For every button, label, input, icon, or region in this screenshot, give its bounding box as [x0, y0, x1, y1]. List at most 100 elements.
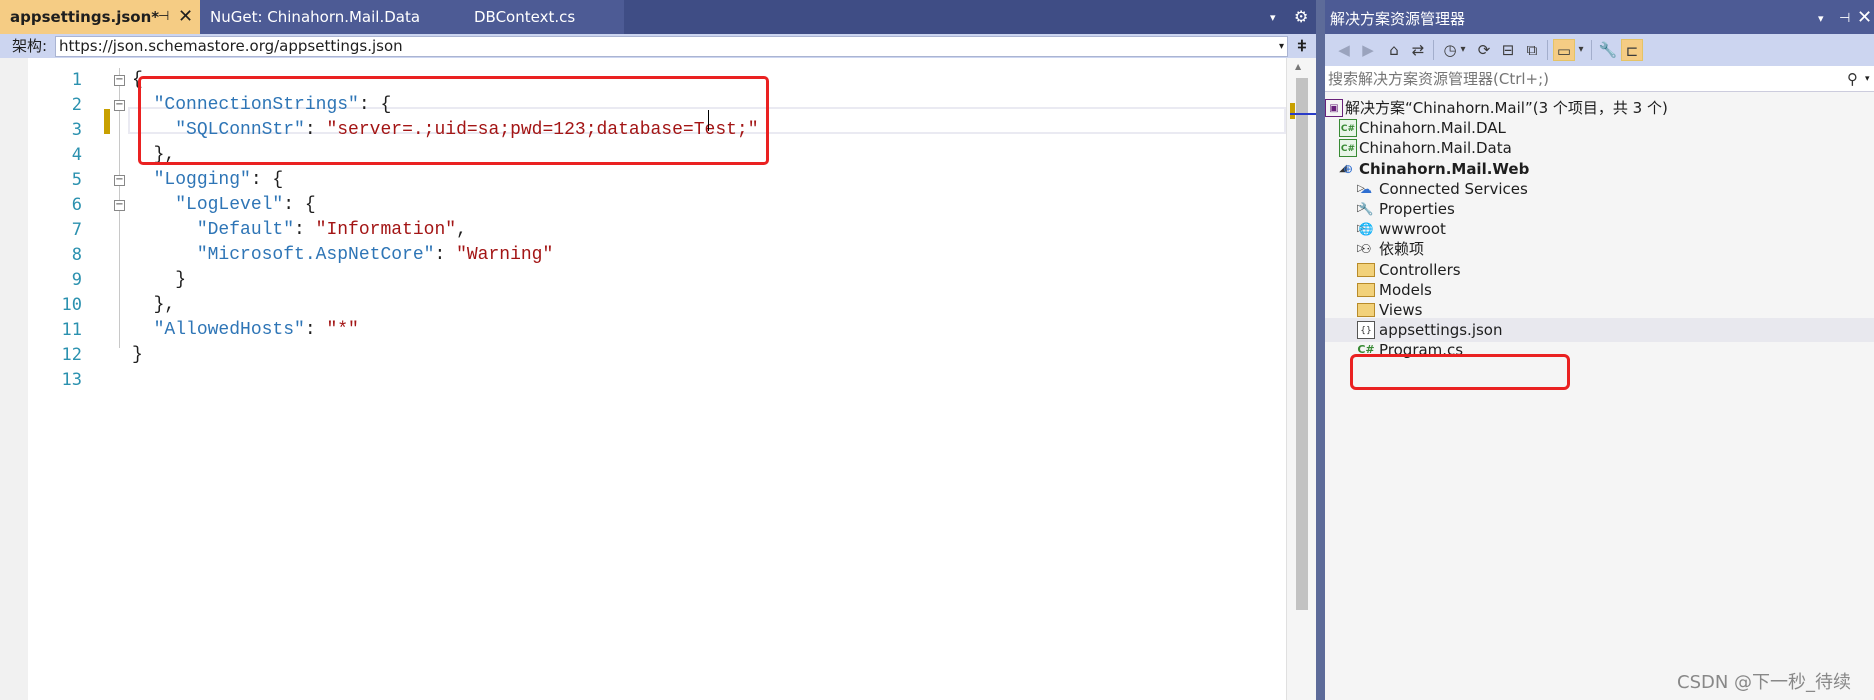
line-number: 9: [71, 270, 82, 290]
json-string-value: "*": [326, 320, 359, 340]
json-punctuation: },: [132, 295, 176, 315]
collapse-region-icon[interactable]: −: [114, 175, 125, 186]
json-key: "AllowedHosts": [153, 320, 305, 340]
tab-appsettings-json[interactable]: appsettings.json* ⊣ ✕: [0, 0, 200, 34]
forward-icon[interactable]: ▶: [1357, 39, 1379, 61]
line-number: 11: [61, 320, 82, 340]
preview-selected-items-icon[interactable]: ▭: [1553, 39, 1575, 61]
scroll-up-arrow-icon[interactable]: ▲: [1295, 62, 1301, 71]
annotation-highlight-box: [1350, 354, 1570, 390]
collapse-region-icon[interactable]: −: [114, 100, 125, 111]
code-editor-pane: appsettings.json* ⊣ ✕ NuGet: Chinahorn.M…: [0, 0, 1317, 700]
code-line: }: [132, 343, 143, 368]
json-punctuation: [132, 320, 154, 340]
json-file-icon: {}: [1357, 321, 1375, 339]
json-punctuation: ,: [456, 220, 467, 240]
code-line: "Microsoft.AspNetCore": "Warning": [132, 243, 553, 268]
tab-label: appsettings.json*: [10, 8, 160, 26]
search-input[interactable]: [1325, 66, 1840, 91]
collapse-all-icon[interactable]: ⊟: [1497, 39, 1519, 61]
unsaved-change-marker: [104, 109, 110, 134]
collapse-region-icon[interactable]: −: [114, 200, 125, 211]
collapse-region-icon[interactable]: −: [114, 75, 125, 86]
chevron-down-icon[interactable]: ▾: [1575, 39, 1587, 61]
line-number: 5: [71, 170, 82, 190]
tab-overflow-dropdown-icon[interactable]: ▾: [1270, 0, 1276, 36]
dependencies-icon: ⚇: [1360, 242, 1372, 256]
tab-label: DBContext.cs: [474, 8, 576, 26]
gear-icon[interactable]: ⚙: [1294, 0, 1308, 34]
json-punctuation: :: [294, 220, 316, 240]
switch-views-icon[interactable]: ⇄: [1407, 39, 1429, 61]
indicator-margin: [0, 58, 28, 700]
folder-icon: [1357, 263, 1375, 277]
close-icon[interactable]: ✕: [178, 0, 193, 34]
solution-icon: ▣: [1325, 99, 1343, 117]
search-icon[interactable]: ⚲: [1847, 66, 1858, 92]
solution-explorer-pane: 解决方案资源管理器 ▾ ⊣ ✕ ◀ ▶ ⌂ ⇄ ◷ ▾ ⟳ ⊟ ⧉ ▭ ▾ 🔧 …: [1325, 0, 1874, 700]
scrollbar-thumb[interactable]: [1296, 78, 1308, 610]
schema-label: 架构:: [12, 37, 48, 55]
toolbar-separator: [1591, 40, 1592, 60]
schema-url: https://json.schemastore.org/appsettings…: [59, 37, 403, 55]
close-icon[interactable]: ✕: [1857, 0, 1872, 36]
line-number: 8: [71, 245, 82, 265]
globe-icon: 🌐: [1358, 222, 1374, 236]
home-icon[interactable]: ⌂: [1383, 39, 1405, 61]
solution-explorer-title-bar: 解决方案资源管理器 ▾ ⊣ ✕: [1325, 0, 1874, 34]
code-text-area[interactable]: 1 2 3 4 5 6 7 8 9 10 11 12 13 − − − − { "ConnectionStri…: [0, 58, 1317, 700]
connected-services-icon: ☁: [1360, 182, 1372, 196]
json-punctuation: [132, 195, 175, 215]
tab-nuget-chinahorn-mail-data[interactable]: NuGet: Chinahorn.Mail.Data: [200, 0, 464, 34]
csharp-project-icon: C#: [1339, 119, 1357, 137]
solution-explorer-search: ⚲ ▾: [1325, 66, 1874, 92]
vertical-scrollbar[interactable]: ▲: [1286, 58, 1317, 700]
chevron-down-icon[interactable]: ▾: [1457, 39, 1469, 61]
code-line: "LogLevel": {: [132, 193, 315, 218]
json-string-value: "Information": [315, 220, 457, 240]
json-punctuation: [132, 170, 154, 190]
line-number: 2: [71, 95, 82, 115]
line-number: 4: [71, 145, 82, 165]
pending-edits-icon[interactable]: ⊏: [1621, 39, 1643, 61]
line-number: 13: [61, 370, 82, 390]
properties-wrench-icon[interactable]: 🔧: [1597, 39, 1619, 61]
solution-tree: ▣解决方案“Chinahorn.Mail”(3 个项目，共 3 个)▷C#Chi…: [1325, 96, 1874, 700]
panel-title: 解决方案资源管理器: [1330, 10, 1466, 28]
schema-url-select[interactable]: https://json.schemastore.org/appsettings…: [55, 36, 1288, 57]
code-line: "AllowedHosts": "*": [132, 318, 359, 343]
json-key: "LogLevel": [175, 195, 284, 215]
json-punctuation: : {: [250, 170, 284, 190]
watermark: CSDN @下一秒_待续: [1677, 672, 1852, 693]
pane-splitter[interactable]: [1316, 0, 1325, 700]
tab-dbcontext-cs[interactable]: DBContext.cs: [464, 0, 624, 34]
json-punctuation: [132, 220, 197, 240]
back-icon[interactable]: ◀: [1333, 39, 1355, 61]
scrollbar-caret-mark: [1290, 113, 1317, 115]
line-number: 10: [61, 295, 82, 315]
folder-icon: [1357, 283, 1375, 297]
json-punctuation: }: [132, 345, 143, 365]
code-line: }: [132, 268, 186, 293]
split-editor-icon[interactable]: ⧧: [1288, 34, 1316, 58]
tab-label: NuGet: Chinahorn.Mail.Data: [210, 8, 421, 26]
window-position-dropdown-icon[interactable]: ▾: [1818, 0, 1824, 38]
line-number: 3: [71, 120, 82, 140]
code-line: "Default": "Information",: [132, 218, 467, 243]
json-punctuation: }: [132, 270, 187, 290]
json-key: "Logging": [153, 170, 251, 190]
web-project-icon: ⊕: [1342, 162, 1354, 176]
code-line: "Logging": {: [132, 168, 284, 193]
auto-hide-pin-icon[interactable]: ⊣: [1839, 0, 1850, 38]
csharp-project-icon: C#: [1339, 139, 1357, 157]
show-all-files-icon[interactable]: ⧉: [1521, 39, 1543, 61]
search-options-dropdown-icon[interactable]: ▾: [1865, 66, 1870, 92]
json-key: "Microsoft.AspNetCore": [196, 245, 435, 265]
pin-icon[interactable]: ⊣: [158, 0, 169, 34]
chevron-down-icon[interactable]: ▾: [1279, 37, 1284, 56]
line-number: 1: [71, 70, 82, 90]
code-line: },: [132, 293, 176, 318]
json-punctuation: :: [304, 320, 327, 340]
json-punctuation: [132, 245, 197, 265]
sync-icon[interactable]: ⟳: [1473, 39, 1495, 61]
